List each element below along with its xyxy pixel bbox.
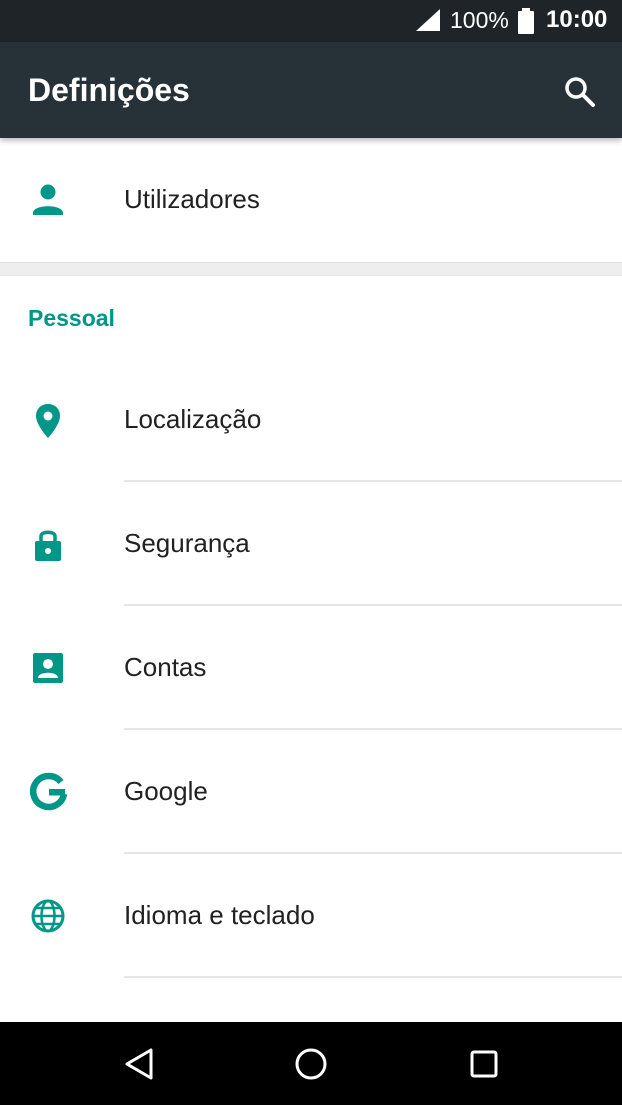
battery-percent: 100% bbox=[450, 7, 509, 33]
page-title: Definições bbox=[28, 72, 190, 108]
users-label: Utilizadores bbox=[124, 184, 260, 214]
settings-item-label: Google bbox=[124, 776, 208, 806]
home-icon bbox=[295, 1048, 327, 1080]
navigation-bar bbox=[0, 1022, 622, 1105]
google-icon bbox=[29, 772, 68, 811]
settings-item-location[interactable]: Localização bbox=[0, 358, 622, 482]
users-item[interactable]: Utilizadores bbox=[0, 138, 622, 262]
back-icon bbox=[125, 1048, 153, 1080]
location-pin-icon bbox=[36, 404, 60, 438]
search-icon bbox=[565, 77, 595, 107]
globe-icon bbox=[31, 899, 65, 933]
settings-item-google[interactable]: Google bbox=[0, 730, 622, 854]
recents-icon bbox=[470, 1050, 498, 1078]
settings-item-label: Idioma e teclado bbox=[124, 900, 315, 930]
settings-item-label: Localização bbox=[124, 404, 262, 434]
section-divider bbox=[0, 262, 622, 276]
battery-icon bbox=[518, 8, 534, 34]
settings-item-label: Segurança bbox=[124, 528, 250, 558]
clock: 10:00 bbox=[546, 6, 608, 33]
person-icon bbox=[33, 184, 63, 215]
account-box-icon bbox=[33, 653, 63, 683]
recents-button[interactable] bbox=[464, 1044, 504, 1084]
search-button[interactable] bbox=[556, 68, 604, 116]
app-bar: Definições bbox=[0, 42, 622, 138]
lock-icon bbox=[35, 530, 61, 561]
settings-item-security[interactable]: Segurança bbox=[0, 482, 622, 606]
section-header-personal: Pessoal bbox=[28, 305, 115, 331]
status-bar: 100% 10:00 bbox=[0, 0, 622, 42]
home-button[interactable] bbox=[291, 1044, 331, 1084]
cell-signal-icon bbox=[416, 9, 440, 31]
settings-item-language[interactable]: Idioma e teclado bbox=[0, 854, 622, 978]
settings-item-label: Contas bbox=[124, 652, 207, 682]
back-button[interactable] bbox=[119, 1044, 159, 1084]
settings-item-accounts[interactable]: Contas bbox=[0, 606, 622, 730]
divider bbox=[124, 976, 622, 978]
